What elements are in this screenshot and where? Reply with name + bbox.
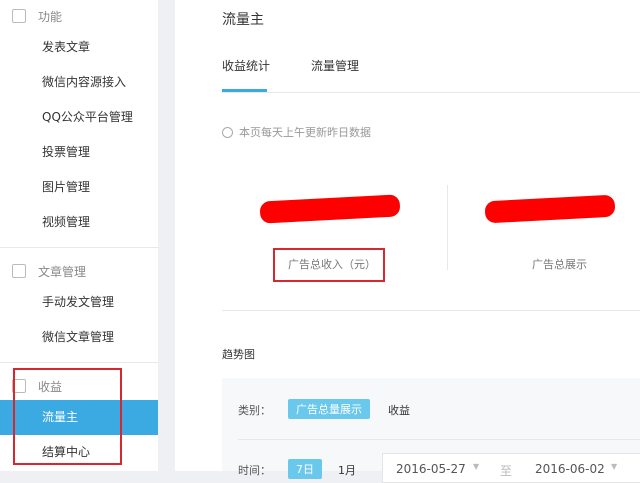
- clock-icon: [222, 126, 233, 138]
- divider: [222, 92, 640, 93]
- trend-filter-panel: 类别： 广告总量展示 收益 时间： 7日 1月 2016-05-27 ▼ 至 2…: [222, 378, 640, 483]
- stat-label-impressions: 广告总展示: [532, 258, 587, 271]
- sidebar: 功能 发表文章 微信内容源接入 QQ公众平台管理 投票管理 图片管理 视频管理 …: [0, 0, 158, 471]
- sidebar-item-wechat-source[interactable]: 微信内容源接入: [0, 65, 158, 100]
- divider: [0, 247, 158, 248]
- category-revenue[interactable]: 收益: [388, 402, 410, 418]
- redacted-value: [484, 194, 616, 224]
- highlight-box: [273, 248, 385, 282]
- tab-traffic-management[interactable]: 流量管理: [311, 57, 359, 74]
- redacted-value: [259, 194, 401, 224]
- chevron-down-icon: ▼: [611, 462, 618, 471]
- range-1m[interactable]: 1月: [338, 462, 356, 478]
- divider: [238, 439, 640, 440]
- end-date[interactable]: 2016-06-02: [535, 462, 605, 476]
- chevron-down-icon: ▼: [473, 462, 480, 471]
- sidebar-group-articles: 文章管理: [0, 257, 158, 285]
- sidebar-group-features: 功能: [0, 2, 158, 30]
- trend-title: 趋势图: [222, 348, 255, 361]
- category-label: 类别：: [238, 404, 271, 417]
- page-title: 流量主: [222, 12, 264, 28]
- sidebar-item-publish[interactable]: 发表文章: [0, 30, 158, 65]
- tab-revenue-stats[interactable]: 收益统计: [222, 57, 270, 74]
- update-notice: 本页每天上午更新昨日数据: [222, 124, 371, 140]
- highlight-box: [13, 368, 122, 465]
- divider: [222, 310, 640, 311]
- divider: [447, 185, 448, 270]
- date-range-picker[interactable]: 2016-05-27 ▼ 至 2016-06-02 ▼: [382, 453, 640, 483]
- main-content: 流量主 收益统计 流量管理 本页每天上午更新昨日数据 广告总收入（元） 广告总展…: [175, 0, 640, 483]
- group-label: 文章管理: [38, 264, 87, 279]
- sidebar-item-wechat-articles[interactable]: 微信文章管理: [0, 320, 158, 355]
- start-date[interactable]: 2016-05-27: [396, 462, 466, 476]
- article-icon: [12, 264, 26, 278]
- sidebar-item-images[interactable]: 图片管理: [0, 170, 158, 205]
- sidebar-item-video[interactable]: 视频管理: [0, 205, 158, 240]
- notice-text: 本页每天上午更新昨日数据: [239, 126, 371, 139]
- time-label: 时间：: [238, 464, 271, 477]
- edit-icon: [12, 9, 26, 23]
- sidebar-item-vote[interactable]: 投票管理: [0, 135, 158, 170]
- category-impressions[interactable]: 广告总量展示: [288, 399, 370, 419]
- sidebar-item-manual-articles[interactable]: 手动发文管理: [0, 285, 158, 320]
- group-label: 功能: [38, 9, 63, 24]
- sidebar-item-qq-platform[interactable]: QQ公众平台管理: [0, 100, 158, 135]
- range-7d[interactable]: 7日: [288, 459, 322, 479]
- divider: [0, 362, 158, 363]
